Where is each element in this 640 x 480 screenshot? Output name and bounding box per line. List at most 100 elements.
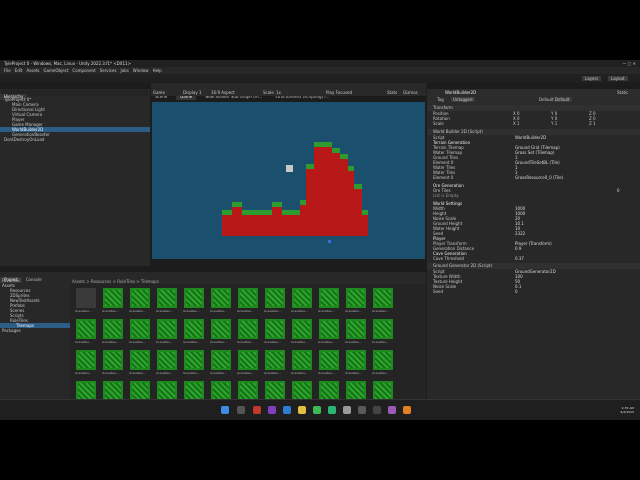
asset-tile[interactable] [319,288,339,308]
stats-button[interactable]: Stats [387,90,397,95]
game-mode-dropdown[interactable]: Game [153,90,165,95]
search-icon[interactable] [237,406,245,414]
asset-tile[interactable] [292,319,312,339]
asset-label: GrassRes... [372,310,389,313]
gizmos-button[interactable]: Gizmos [403,90,418,95]
asset-tile[interactable] [211,350,231,370]
taskbar-date[interactable]: 6/4/2025 [621,410,634,414]
asset-tile[interactable] [346,319,366,339]
app-icon-2[interactable] [268,406,276,414]
asset-tile[interactable] [373,288,393,308]
asset-tile[interactable] [265,350,285,370]
asset-tile[interactable] [130,350,150,370]
asset-tile[interactable] [103,319,123,339]
asset-tile[interactable] [373,350,393,370]
hierarchy-item[interactable]: DontDestroyOnLoad [0,137,150,142]
transform-row-scale: Scale X 1 Y 1 Z 1 [427,121,640,126]
asset-tile[interactable] [76,350,96,370]
app-icon-4[interactable] [358,406,366,414]
game-viewport[interactable] [152,102,425,259]
asset-tile[interactable] [319,319,339,339]
asset-tile[interactable] [319,381,339,401]
asset-tile[interactable] [157,350,177,370]
asset-tile[interactable] [346,381,366,401]
menu-item-jobs[interactable]: Jobs [121,68,129,73]
field-value[interactable]: 0.37 [515,256,524,261]
file-explorer-icon[interactable] [298,406,306,414]
menu-item-gameobject[interactable]: GameObject [43,68,68,73]
main-toolbar: Layers Layout [0,74,640,90]
display-dropdown[interactable]: Display 1 [183,90,202,95]
app-icon-3[interactable] [328,406,336,414]
menu-item-services[interactable]: Services [100,68,117,73]
asset-tile[interactable] [238,319,258,339]
static-toggle[interactable]: Static [617,90,628,95]
asset-tile[interactable] [103,288,123,308]
asset-tile[interactable] [265,319,285,339]
asset-tile[interactable] [238,288,258,308]
asset-tile[interactable] [292,288,312,308]
asset-tile[interactable] [211,319,231,339]
dirt-column [362,214,368,236]
asset-tile[interactable] [184,350,204,370]
asset-tile[interactable] [76,319,96,339]
windows-start-icon[interactable] [221,406,229,414]
asset-tile[interactable] [157,381,177,401]
scale-value[interactable]: 1x [276,90,281,95]
asset-tile[interactable] [157,288,177,308]
asset-tile[interactable] [130,381,150,401]
asset-tile[interactable] [373,381,393,401]
chrome-icon[interactable] [313,406,321,414]
project-tree-item[interactable]: Packages [0,328,70,333]
asset-tile[interactable] [184,381,204,401]
asset-tile[interactable] [346,288,366,308]
asset-tile[interactable] [319,350,339,370]
asset-tile[interactable] [373,319,393,339]
folder-icon[interactable] [76,288,96,308]
asset-tile[interactable] [130,319,150,339]
menu-item-assets[interactable]: Assets [26,68,39,73]
menu-item-help[interactable]: Help [153,68,162,73]
menu-item-window[interactable]: Window [133,68,149,73]
layer-dropdown[interactable]: Default [553,97,572,102]
tag-dropdown[interactable]: Untagged [451,97,475,102]
asset-tile[interactable] [76,381,96,401]
asset-tile[interactable] [130,288,150,308]
asset-tile[interactable] [211,288,231,308]
asset-tile[interactable] [292,381,312,401]
player-sprite [286,165,293,172]
asset-tile[interactable] [103,350,123,370]
unity-icon[interactable] [343,406,351,414]
asset-tile[interactable] [265,288,285,308]
transform-y-field[interactable]: Y 1 [551,121,557,126]
app-icon-6[interactable] [388,406,396,414]
asset-tile[interactable] [265,381,285,401]
menu-item-component[interactable]: Component [72,68,95,73]
layers-dropdown[interactable]: Layers [582,76,602,81]
transform-x-field[interactable]: X 1 [513,121,520,126]
menu-item-edit[interactable]: Edit [15,68,23,73]
asset-tile[interactable] [184,319,204,339]
vscode-icon[interactable] [283,406,291,414]
window-controls[interactable]: — ▢ ✕ [622,61,636,66]
asset-label: GrassRes... [210,372,227,375]
asset-tile[interactable] [238,350,258,370]
object-name[interactable]: WorldBuilder2D [445,90,476,95]
transform-z-field[interactable]: Z 1 [589,121,596,126]
asset-tile[interactable] [157,319,177,339]
aspect-dropdown[interactable]: 16:9 Aspect [211,90,235,95]
asset-tile[interactable] [346,350,366,370]
field-value[interactable]: 0 [515,289,518,294]
asset-tile[interactable] [103,381,123,401]
app-icon-1[interactable] [253,406,261,414]
asset-tile[interactable] [211,381,231,401]
play-focused-dropdown[interactable]: Play Focused [326,90,352,95]
app-icon-5[interactable] [373,406,381,414]
field-value[interactable]: GrassResource0_0 (Tile) [515,175,563,180]
layout-dropdown[interactable]: Layout [608,76,628,81]
app-icon-7[interactable] [403,406,411,414]
menu-item-file[interactable]: File [4,68,11,73]
asset-tile[interactable] [184,288,204,308]
asset-tile[interactable] [292,350,312,370]
asset-tile[interactable] [238,381,258,401]
